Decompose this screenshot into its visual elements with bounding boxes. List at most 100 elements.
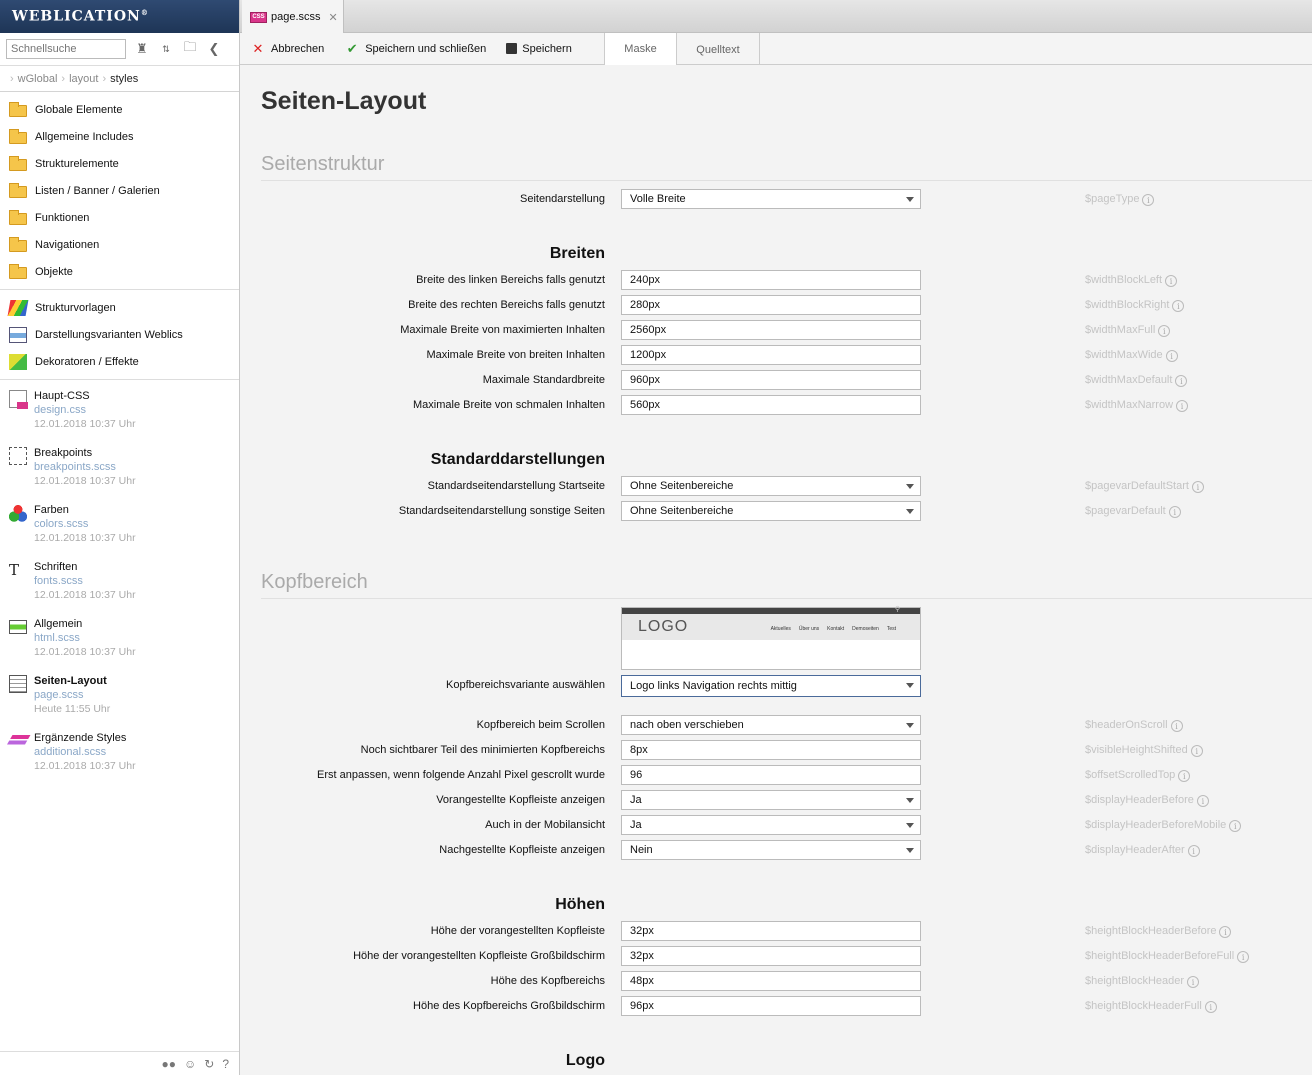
height-header-before-full-input[interactable]: 32px bbox=[621, 946, 921, 966]
header-after-select[interactable]: Nein bbox=[621, 840, 921, 860]
breadcrumb-item[interactable]: wGlobal bbox=[18, 73, 58, 85]
info-icon[interactable]: i bbox=[1196, 795, 1209, 807]
var-name: $displayHeaderBeforeMobile i bbox=[1085, 815, 1242, 835]
header-before-select[interactable]: Ja bbox=[621, 790, 921, 810]
field-label: Seitendarstellung bbox=[519, 193, 605, 205]
height-header-input[interactable]: 48px bbox=[621, 971, 921, 991]
header-variant-select[interactable]: Logo links Navigation rechts mittig bbox=[621, 675, 921, 697]
sidebar-folder[interactable]: Navigationen bbox=[0, 231, 239, 258]
subhead-logo: Logo bbox=[565, 1052, 605, 1069]
additional-styles-icon bbox=[5, 735, 31, 747]
info-icon[interactable]: i bbox=[1187, 845, 1200, 857]
info-icon[interactable]: i bbox=[1178, 770, 1191, 782]
file-item-active[interactable]: Seiten-Layout page.scss Heute 11:55 Uhr bbox=[0, 666, 239, 723]
info-icon[interactable]: i bbox=[1204, 1001, 1217, 1013]
help-icon[interactable]: ? bbox=[222, 1057, 229, 1071]
sidebar-folder[interactable]: Listen / Banner / Galerien bbox=[0, 177, 239, 204]
search-input[interactable] bbox=[6, 39, 126, 59]
sidebar-folder[interactable]: Globale Elemente bbox=[0, 96, 239, 123]
info-icon[interactable]: i bbox=[1168, 506, 1181, 518]
save-and-close-button[interactable]: ✔ Speichern und schließen bbox=[334, 33, 496, 65]
file-item[interactable]: Breakpoints breakpoints.scss 12.01.2018 10… bbox=[0, 438, 239, 495]
info-icon[interactable]: i bbox=[1172, 300, 1185, 312]
tool-list: Strukturvorlagen Darstellungsvarianten W… bbox=[0, 290, 239, 380]
var-name: $widthBlockRight i bbox=[1085, 295, 1185, 315]
save-button[interactable]: Speichern bbox=[496, 33, 582, 65]
info-icon[interactable]: i bbox=[1165, 275, 1178, 287]
default-other-select[interactable]: Ohne Seitenbereiche bbox=[621, 501, 921, 521]
info-icon[interactable]: i bbox=[1175, 375, 1188, 387]
close-icon[interactable]: ✕ bbox=[329, 11, 338, 24]
file-filename: additional.scss bbox=[34, 746, 107, 758]
header-scroll-select[interactable]: nach oben verschieben bbox=[621, 715, 921, 735]
height-header-before-input[interactable]: 32px bbox=[621, 921, 921, 941]
var-text: $displayHeaderBeforeMobile bbox=[1085, 819, 1227, 831]
sidebar-folder[interactable]: Funktionen bbox=[0, 204, 239, 231]
var-text: $heightBlockHeaderBefore bbox=[1085, 925, 1217, 937]
info-icon[interactable]: i bbox=[1142, 194, 1155, 206]
sidebar-folder[interactable]: Strukturelemente bbox=[0, 150, 239, 177]
info-icon[interactable]: i bbox=[1219, 926, 1232, 938]
info-icon[interactable]: i bbox=[1237, 951, 1250, 963]
sort-icon[interactable]: ⇅ bbox=[158, 41, 174, 57]
tab-maske[interactable]: Maske bbox=[604, 33, 676, 66]
collapse-left-icon[interactable]: ❮ bbox=[206, 41, 222, 57]
field-label: Standardseitendarstellung Startseite bbox=[427, 480, 605, 492]
tab-page-scss[interactable]: CSS page.scss ✕ bbox=[242, 0, 344, 34]
fonts-icon: T bbox=[9, 561, 20, 579]
breadcrumb-item[interactable]: layout bbox=[69, 73, 98, 85]
tab-quelltext[interactable]: Quelltext bbox=[676, 33, 760, 66]
form-row: Nachgestellte Kopfleiste anzeigen Nein $di… bbox=[240, 840, 1312, 860]
info-icon[interactable]: i bbox=[1191, 481, 1204, 493]
offset-scrolled-input[interactable]: 96 bbox=[621, 765, 921, 785]
sidebar-folder[interactable]: Allgemeine Includes bbox=[0, 123, 239, 150]
sidebar-folder[interactable]: Objekte bbox=[0, 258, 239, 285]
file-date: 12.01.2018 10:37 Uhr bbox=[34, 475, 136, 487]
file-item[interactable]: Allgemein html.scss 12.01.2018 10:37 Uhr bbox=[0, 609, 239, 666]
file-filename: html.scss bbox=[34, 632, 80, 644]
width-max-narrow-input[interactable]: 560px bbox=[621, 395, 921, 415]
sidebar-tool[interactable]: Strukturvorlagen bbox=[0, 294, 239, 321]
field-label: Höhe der vorangestellten Kopfleiste Groß… bbox=[353, 950, 605, 962]
var-name: $displayHeaderBefore i bbox=[1085, 790, 1209, 810]
width-left-input[interactable]: 240px bbox=[621, 270, 921, 290]
visible-height-input[interactable]: 8px bbox=[621, 740, 921, 760]
width-max-full-input[interactable]: 2560px bbox=[621, 320, 921, 340]
info-icon[interactable]: i bbox=[1158, 325, 1171, 337]
refresh-icon[interactable]: ↻ bbox=[204, 1057, 214, 1071]
field-label: Auch in der Mobilansicht bbox=[485, 819, 605, 831]
info-icon[interactable]: i bbox=[1190, 745, 1203, 757]
smiley-icon[interactable]: ☺ bbox=[184, 1057, 196, 1071]
width-max-wide-input[interactable]: 1200px bbox=[621, 345, 921, 365]
info-icon[interactable]: i bbox=[1176, 400, 1189, 412]
binoculars-icon[interactable]: ♜ bbox=[134, 41, 150, 57]
file-date: 12.01.2018 10:37 Uhr bbox=[34, 760, 136, 772]
width-right-input[interactable]: 280px bbox=[621, 295, 921, 315]
info-icon[interactable]: i bbox=[1165, 350, 1178, 362]
width-max-default-input[interactable]: 960px bbox=[621, 370, 921, 390]
form-row: Höhe der vorangestellten Kopfleiste Groß… bbox=[240, 946, 1312, 966]
field-label: Maximale Breite von breiten Inhalten bbox=[426, 349, 605, 361]
info-icon[interactable]: i bbox=[1170, 720, 1183, 732]
file-item[interactable]: Ergänzende Styles additional.scss 12.01.20… bbox=[0, 723, 239, 780]
height-header-full-input[interactable]: 96px bbox=[621, 996, 921, 1016]
info-icon[interactable]: i bbox=[1229, 820, 1242, 832]
breadcrumb-chevron-icon: › bbox=[10, 72, 14, 85]
users-icon[interactable]: ●● bbox=[161, 1057, 176, 1071]
save-check-icon: ✔ bbox=[346, 40, 358, 56]
file-item[interactable]: T Schriften fonts.scss 12.01.2018 10:37 Uhr bbox=[0, 552, 239, 609]
cancel-button[interactable]: ✕ Abbrechen bbox=[240, 33, 334, 65]
cancel-label: Abbrechen bbox=[271, 42, 325, 55]
info-icon[interactable]: i bbox=[1187, 976, 1200, 988]
page-type-select[interactable]: Volle Breite bbox=[621, 189, 921, 209]
default-start-select[interactable]: Ohne Seitenbereiche bbox=[621, 476, 921, 496]
sidebar-tool[interactable]: Darstellungsvarianten Weblics bbox=[0, 321, 239, 348]
folder-icon[interactable]: 🗀 bbox=[182, 39, 198, 57]
breadcrumb-current[interactable]: styles bbox=[110, 73, 138, 85]
sidebar-tool[interactable]: Dekoratoren / Effekte bbox=[0, 348, 239, 375]
var-name: $pagevarDefault i bbox=[1085, 501, 1181, 521]
file-item[interactable]: Haupt-CSS design.css 12.01.2018 10:37 Uhr bbox=[0, 381, 239, 438]
tab-label: page.scss bbox=[271, 11, 321, 23]
file-item[interactable]: Farben colors.scss 12.01.2018 10:37 Uhr bbox=[0, 495, 239, 552]
header-before-mobile-select[interactable]: Ja bbox=[621, 815, 921, 835]
